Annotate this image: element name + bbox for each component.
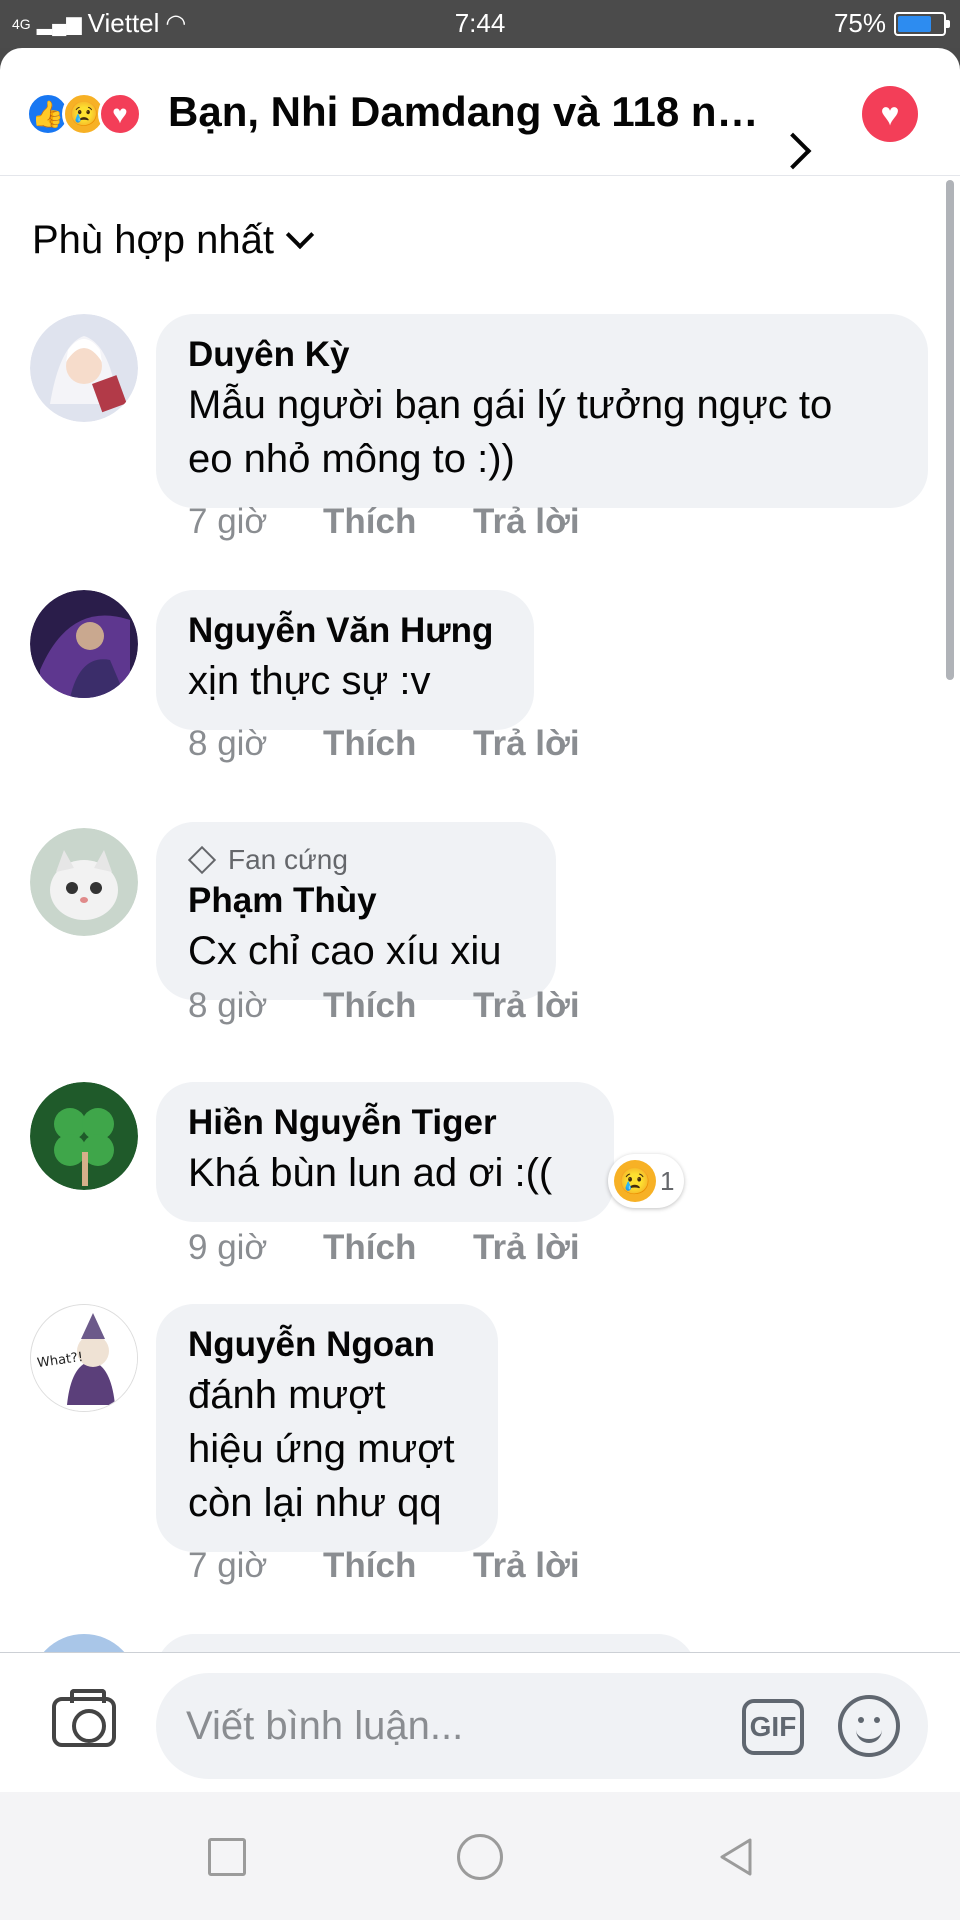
recent-apps-icon[interactable] [208, 1838, 246, 1876]
comment-actions: 9 giờ Thích Trả lời [188, 1228, 580, 1268]
comment-input-container[interactable]: GIF [156, 1673, 928, 1779]
camera-icon[interactable] [52, 1689, 116, 1747]
comment-time: 8 giờ [188, 724, 268, 763]
home-icon[interactable] [457, 1834, 503, 1880]
avatar[interactable] [30, 828, 138, 936]
like-link[interactable]: Thích [323, 502, 473, 542]
reply-link[interactable]: Trả lời [473, 1228, 580, 1268]
heart-icon: ♥ [880, 95, 900, 132]
comment-actions: 7 giờ Thích Trả lời [188, 1546, 580, 1586]
avatar[interactable]: What?! [30, 1304, 138, 1412]
comment-time: 9 giờ [188, 1228, 268, 1267]
comment-bubble[interactable]: Nguyễn Văn Hưng xịn thực sự :v [156, 590, 534, 730]
comment-text: Khá bùn lun ad ơi :(( [188, 1151, 553, 1195]
comment-time: 7 giờ [188, 1546, 268, 1585]
sort-label: Phù hợp nhất [32, 218, 274, 262]
reactions-summary[interactable]: 👍 😢 ♥ Bạn, Nhi Damdang và 118 người khác… [0, 48, 960, 176]
top-fan-badge: Fan cứng [187, 842, 524, 878]
comment-bubble[interactable]: Nguyễn Ngoan đánh mượt hiệu ứng mượt còn… [156, 1304, 498, 1552]
like-link[interactable]: Thích [323, 1228, 473, 1268]
comment-text: xịn thực sự :v [188, 659, 431, 703]
reply-link[interactable]: Trả lời [473, 1546, 580, 1586]
diamond-icon [187, 845, 217, 875]
love-icon: ♥ [98, 92, 142, 136]
reaction-icons: 👍 😢 ♥ [26, 92, 142, 136]
chevron-down-icon [285, 220, 315, 249]
comment-bubble[interactable]: Fan cứng Phạm Thùy Cx chỉ cao xíu xiu [156, 822, 556, 1000]
love-reaction-button[interactable]: ♥ [862, 86, 918, 142]
chevron-right-icon[interactable] [774, 132, 812, 170]
sort-dropdown[interactable]: Phù hợp nhất [32, 218, 315, 263]
battery-status: 75% [833, 8, 950, 39]
comment-bubble[interactable]: Hiền Nguyễn Tiger Khá bùn lun ad ơi :(( [156, 1082, 614, 1222]
back-icon[interactable] [716, 1836, 758, 1878]
reply-link[interactable]: Trả lời [473, 986, 580, 1026]
reply-link[interactable]: Trả lời [473, 724, 580, 764]
like-link[interactable]: Thích [323, 1546, 473, 1586]
like-link[interactable]: Thích [323, 986, 473, 1026]
comment-actions: 8 giờ Thích Trả lời [188, 986, 580, 1026]
comment-time: 8 giờ [188, 986, 268, 1025]
avatar[interactable] [30, 590, 138, 698]
battery-icon [894, 11, 950, 36]
comment-input[interactable] [186, 1691, 706, 1761]
reply-link[interactable]: Trả lời [473, 502, 580, 542]
comment-actions: 7 giờ Thích Trả lời [188, 502, 580, 542]
gif-button[interactable]: GIF [742, 1699, 804, 1755]
status-time: 7:44 [454, 8, 506, 38]
reaction-count: 1 [660, 1165, 675, 1196]
commenter-name[interactable]: Nguyễn Ngoan [188, 1322, 466, 1368]
avatar[interactable] [30, 314, 138, 422]
comment-text: Mẫu người bạn gái lý tưởng ngực to eo nh… [188, 383, 833, 481]
sad-icon: 😢 [614, 1160, 656, 1202]
commenter-name[interactable]: Nguyễn Văn Hưng [188, 608, 502, 654]
comment-time: 7 giờ [188, 502, 268, 541]
comment-bubble[interactable]: Duyên Kỳ Mẫu người bạn gái lý tưởng ngực… [156, 314, 928, 508]
comment-actions: 8 giờ Thích Trả lời [188, 724, 580, 764]
battery-percent: 75% [833, 8, 886, 38]
comment-text: Cx chỉ cao xíu xiu [188, 929, 502, 973]
commenter-name[interactable]: Duyên Kỳ [188, 332, 896, 378]
navigation-bar [0, 1792, 960, 1920]
scrollbar[interactable] [946, 180, 954, 680]
comments-sheet: 👍 😢 ♥ Bạn, Nhi Damdang và 118 người khác… [0, 48, 960, 1792]
badge-label: Fan cứng [228, 844, 348, 875]
commenter-name[interactable]: Hiền Nguyễn Tiger [188, 1100, 582, 1146]
comment-text: đánh mượt hiệu ứng mượt còn lại như qq [188, 1373, 455, 1525]
reactors-text[interactable]: Bạn, Nhi Damdang và 118 người khác [168, 88, 768, 136]
emoji-icon[interactable] [838, 1695, 900, 1757]
comment-reaction-count[interactable]: 😢 1 [608, 1154, 685, 1208]
avatar[interactable] [30, 1082, 138, 1190]
status-bar: 4G ▂▄▆ Viettel ◠ 7:44 75% [0, 0, 960, 48]
commenter-name[interactable]: Phạm Thùy [188, 878, 524, 924]
comment-composer: GIF [0, 1652, 960, 1792]
like-link[interactable]: Thích [323, 724, 473, 764]
